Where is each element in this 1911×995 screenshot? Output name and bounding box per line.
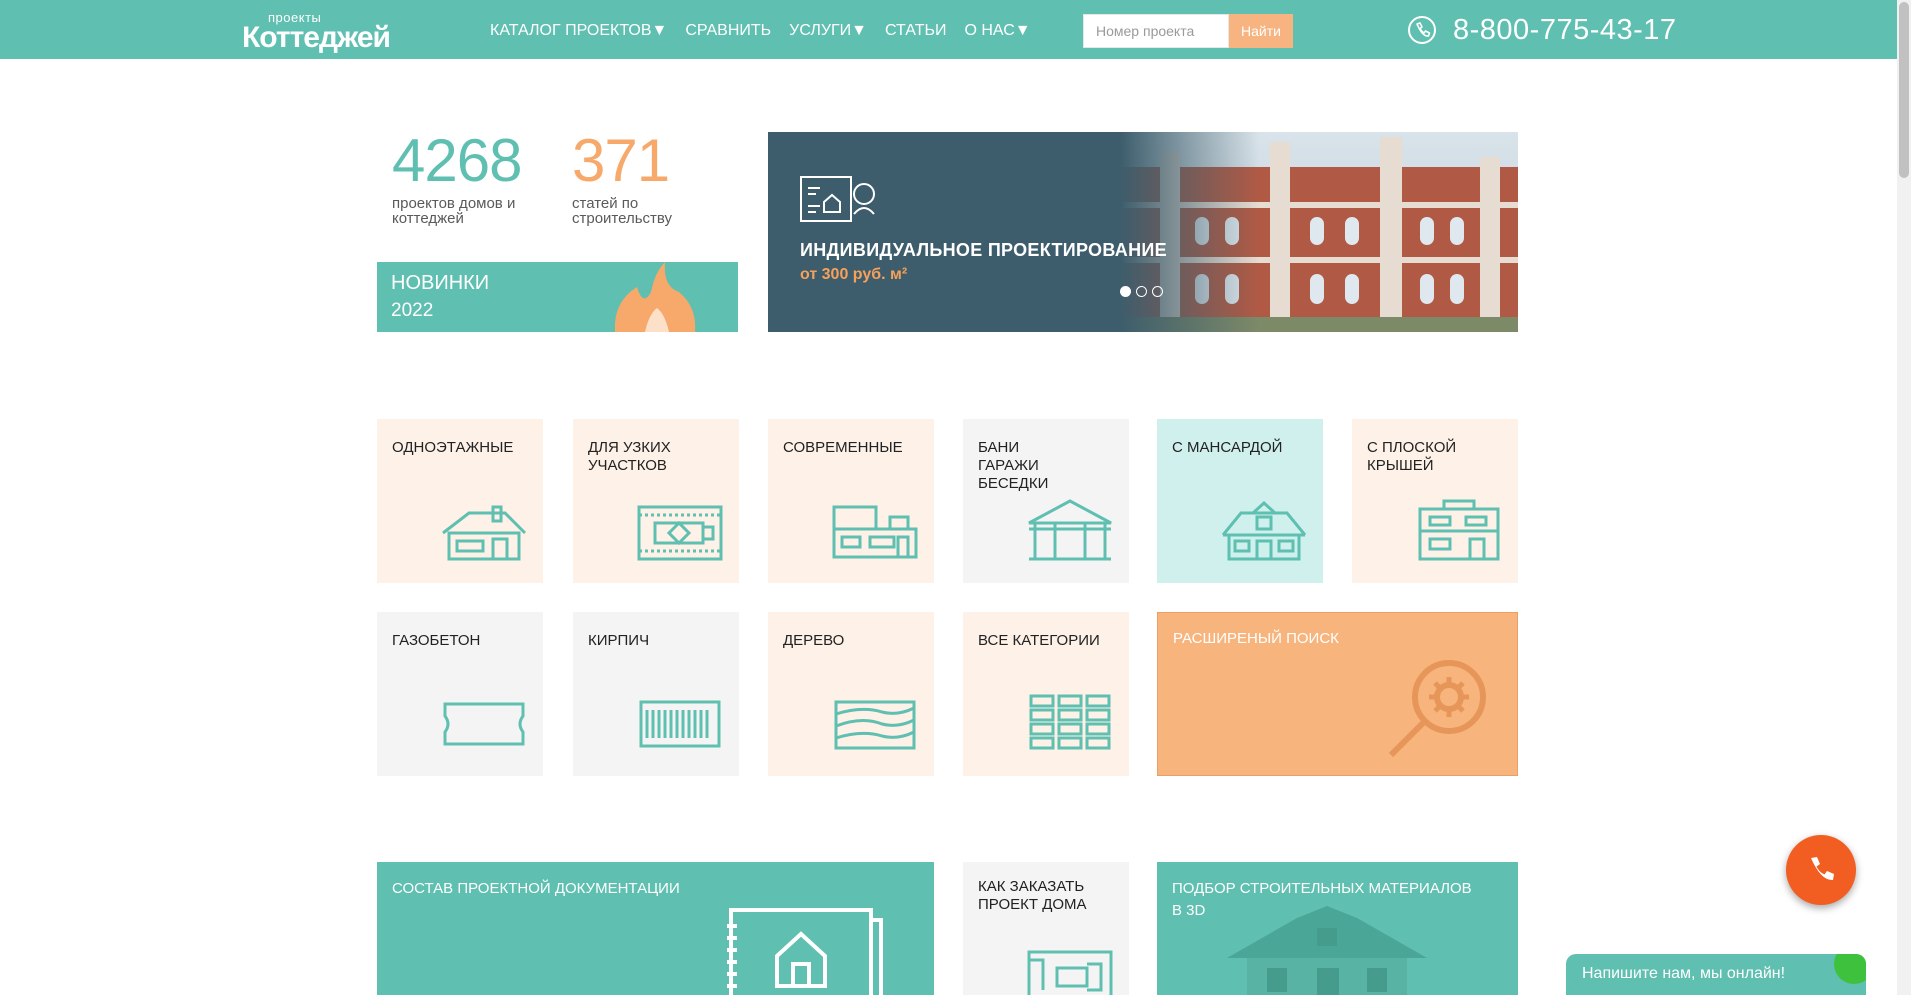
stat-projects-label: проектов домов и коттеджей — [392, 195, 516, 227]
promo-slider[interactable]: ИНДИВИДУАЛЬНОЕ ПРОЕКТИРОВАНИЕ от 300 руб… — [768, 132, 1518, 332]
news-year: 2022 — [391, 300, 434, 321]
stat-articles-value: 371 — [572, 127, 670, 194]
documentation-label: СОСТАВ ПРОЕКТНОЙ ДОКУМЕНТАЦИИ — [392, 880, 680, 897]
category-wood[interactable]: ДЕРЕВО — [768, 612, 934, 776]
category-one-storey[interactable]: ОДНОЭТАЖНЫЕ — [377, 419, 543, 583]
category-aerated-concrete[interactable]: ГАЗОБЕТОН — [377, 612, 543, 776]
slider-dot-2[interactable] — [1136, 286, 1147, 297]
modern-house-icon — [832, 505, 918, 559]
advanced-search-card[interactable]: РАСШИРЕНЫЙ ПОИСК — [1157, 612, 1518, 776]
search-button[interactable]: Найти — [1229, 14, 1293, 48]
category-attic[interactable]: С МАНСАРДОЙ — [1157, 419, 1323, 583]
phone-number[interactable]: 8-800-775-43-17 — [1453, 14, 1677, 47]
flat-roof-house-icon — [1418, 499, 1500, 561]
category-flat-roof[interactable]: С ПЛОСКОЙ КРЫШЕЙ — [1352, 419, 1518, 583]
category-label: ДЕРЕВО — [783, 632, 845, 649]
category-label: БАНИ ГАРАЖИ БЕСЕДКИ — [978, 439, 1049, 492]
page-scrollbar[interactable] — [1897, 0, 1911, 995]
category-baths-garages[interactable]: БАНИ ГАРАЖИ БЕСЕДКИ — [963, 419, 1129, 583]
project-documentation-card[interactable]: СОСТАВ ПРОЕКТНОЙ ДОКУМЕНТАЦИИ — [377, 862, 934, 995]
nav-articles[interactable]: СТАТЬИ — [885, 22, 946, 40]
advanced-search-label: РАСШИРЕНЫЙ ПОИСК — [1173, 630, 1339, 647]
category-modern[interactable]: СОВРЕМЕННЫЕ — [768, 419, 934, 583]
plan-icon — [1027, 950, 1113, 995]
site-logo[interactable]: проекты Коттеджей — [242, 10, 407, 54]
gazebo-icon — [1028, 499, 1112, 561]
slider-dots — [1120, 286, 1163, 297]
slider-dot-1[interactable] — [1120, 286, 1131, 297]
phone-icon — [1811, 857, 1834, 881]
how-to-order-card[interactable]: КАК ЗАКАЗАТЬ ПРОЕКТ ДОМА — [963, 862, 1129, 995]
category-label: ОДНОЭТАЖНЫЕ — [392, 439, 514, 456]
stat-projects-value: 4268 — [392, 127, 522, 194]
category-label: КИРПИЧ — [588, 632, 650, 649]
new-projects-card[interactable]: НОВИНКИ 2022 — [377, 262, 738, 332]
category-label: ВСЕ КАТЕГОРИИ — [978, 632, 1100, 649]
category-all[interactable]: ВСЕ КАТЕГОРИИ — [963, 612, 1129, 776]
callback-button[interactable] — [1786, 835, 1856, 905]
category-label: ДЛЯ УЗКИХ УЧАСТКОВ — [588, 439, 671, 474]
top-navigation-bar: проекты Коттеджей КАТАЛОГ ПРОЕКТОВ▼ СРАВ… — [0, 0, 1897, 59]
category-narrow-plots[interactable]: ДЛЯ УЗКИХ УЧАСТКОВ — [573, 419, 739, 583]
nav-about[interactable]: О НАС▼ — [964, 22, 1030, 40]
category-brick[interactable]: КИРПИЧ — [573, 612, 739, 776]
brick-icon — [639, 700, 721, 748]
building-photo — [1120, 132, 1518, 332]
chat-text: Напишите нам, мы онлайн! — [1582, 965, 1786, 982]
phone-icon — [1408, 16, 1436, 44]
category-label: ГАЗОБЕТОН — [392, 632, 481, 649]
banner-title: ИНДИВИДУАЛЬНОЕ ПРОЕКТИРОВАНИЕ — [800, 240, 1167, 260]
online-chat-widget[interactable]: Напишите нам, мы онлайн! — [1566, 954, 1866, 995]
nav-compare[interactable]: СРАВНИТЬ — [685, 22, 771, 40]
stat-projects: 4268 проектов домов и коттеджей — [392, 127, 542, 227]
search-gear-icon — [1388, 660, 1486, 758]
banner-price: от 300 руб. м² — [800, 266, 908, 283]
news-title: НОВИНКИ — [391, 272, 490, 294]
logo-big-text: Коттеджей — [242, 21, 391, 54]
grid-icon — [1029, 694, 1111, 750]
materials-3d-card[interactable]: ПОДБОР СТРОИТЕЛЬНЫХ МАТЕРИАЛОВ В 3D — [1157, 862, 1518, 995]
project-number-search-input[interactable] — [1083, 14, 1229, 48]
aerated-block-icon — [443, 702, 525, 746]
category-label: С ПЛОСКОЙ КРЫШЕЙ — [1367, 439, 1457, 474]
flame-icon — [615, 262, 696, 332]
blueprint-icon — [800, 176, 875, 222]
wood-icon — [834, 700, 916, 750]
attic-house-icon — [1221, 500, 1307, 561]
nav-services[interactable]: УСЛУГИ▼ — [789, 22, 867, 40]
one-storey-house-icon — [442, 505, 527, 561]
materials-3d-label: ПОДБОР СТРОИТЕЛЬНЫХ МАТЕРИАЛОВ В 3D — [1172, 880, 1472, 919]
documents-icon — [727, 908, 883, 995]
slider-dot-3[interactable] — [1152, 286, 1163, 297]
how-to-order-label: КАК ЗАКАЗАТЬ ПРОЕКТ ДОМА — [978, 878, 1087, 913]
stat-articles-label: статей по строительству — [572, 195, 673, 227]
narrow-plot-icon — [637, 505, 723, 561]
online-status-indicator — [1834, 954, 1866, 984]
category-label: СОВРЕМЕННЫЕ — [783, 439, 903, 456]
main-menu: КАТАЛОГ ПРОЕКТОВ▼ СРАВНИТЬ УСЛУГИ▼ СТАТЬ… — [490, 22, 1031, 40]
stat-articles: 371 статей по строительству — [572, 127, 722, 227]
nav-catalog[interactable]: КАТАЛОГ ПРОЕКТОВ▼ — [490, 22, 667, 40]
category-label: С МАНСАРДОЙ — [1172, 439, 1283, 456]
